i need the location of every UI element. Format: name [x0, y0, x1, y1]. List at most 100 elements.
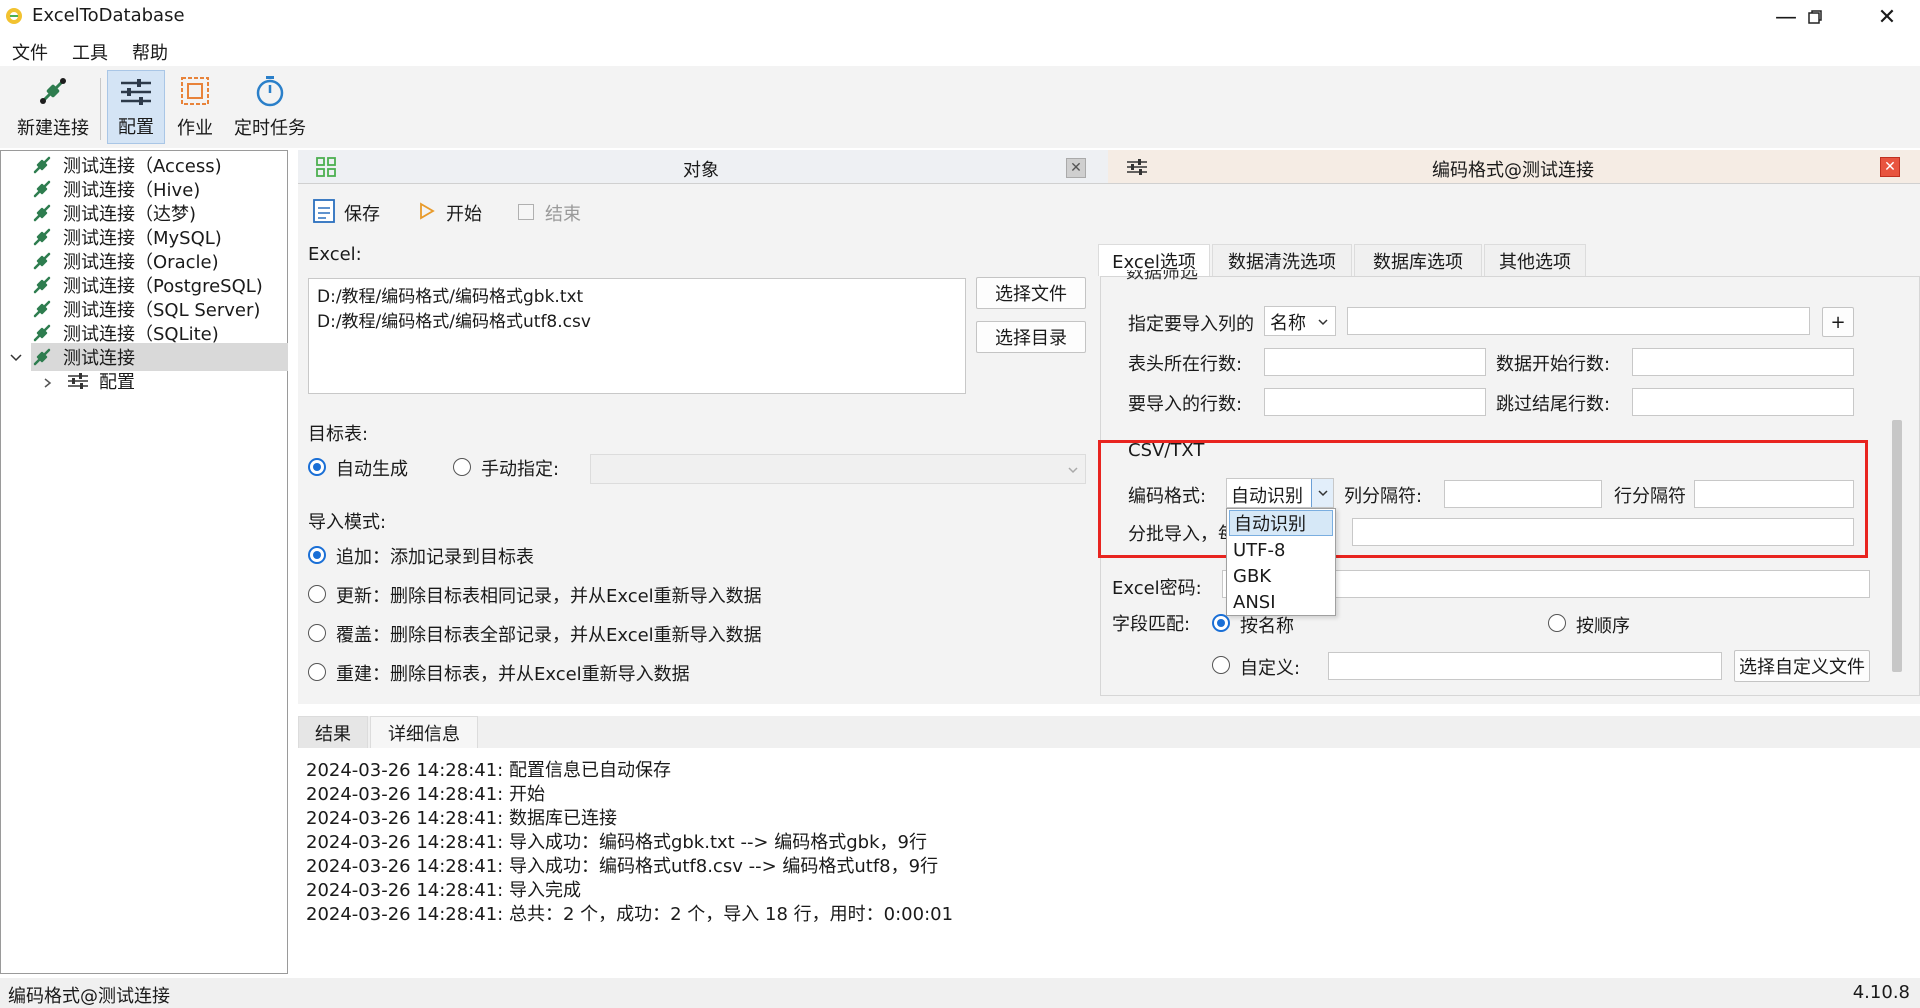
encoding-dropdown-list: 自动识别 UTF-8 GBK ANSI — [1226, 508, 1336, 616]
mode-rebuild-radio[interactable] — [308, 663, 326, 681]
log-line: 2024-03-26 14:28:41: 配置信息已自动保存 — [306, 760, 671, 781]
mode-overwrite-radio[interactable] — [308, 624, 326, 642]
log-line: 2024-03-26 14:28:41: 数据库已连接 — [306, 808, 617, 829]
select-directory-button[interactable]: 选择目录 — [976, 321, 1086, 353]
tab-details[interactable]: 详细信息 — [370, 716, 478, 748]
target-table-select[interactable] — [590, 454, 1086, 484]
target-table-label: 目标表: — [308, 424, 369, 445]
data-filter-section-title: 数据筛选 — [1126, 270, 1198, 282]
scheduled-task-button[interactable]: 定时任务 — [230, 70, 310, 144]
encoding-option-auto[interactable]: 自动识别 — [1229, 510, 1333, 536]
new-connection-label: 新建连接 — [17, 118, 89, 139]
start-button[interactable]: 开始 — [446, 200, 482, 226]
plug-icon — [33, 348, 51, 366]
end-button[interactable]: 结束 — [545, 200, 581, 226]
rows-input[interactable] — [1264, 388, 1486, 416]
plug-icon — [33, 180, 51, 198]
header-row-input[interactable] — [1264, 348, 1486, 376]
scheduled-task-label: 定时任务 — [234, 118, 306, 139]
manual-radio[interactable] — [453, 458, 471, 476]
excel-files-textarea[interactable]: D:/教程/编码格式/编码格式gbk.txt D:/教程/编码格式/编码格式ut… — [308, 278, 966, 394]
chevron-right-icon[interactable] — [41, 377, 53, 389]
job-button[interactable]: 作业 — [170, 70, 220, 144]
job-label: 作业 — [177, 118, 213, 139]
toolbar: 新建连接 配置 作业 定时任务 — [0, 66, 1920, 148]
close-window-button[interactable]: ✕ — [1854, 0, 1920, 34]
tab-data-cleaning[interactable]: 数据清洗选项 — [1212, 244, 1352, 276]
maximize-button[interactable] — [1782, 0, 1848, 34]
status-text: 编码格式@测试连接 — [8, 986, 170, 1007]
manual-label: 手动指定: — [481, 459, 560, 480]
excel-password-label: Excel密码: — [1112, 578, 1202, 599]
skip-tail-input[interactable] — [1632, 388, 1854, 416]
sliders-icon — [68, 373, 88, 389]
config-panel-title: 编码格式@测试连接 — [1432, 160, 1594, 181]
match-custom-label: 自定义: — [1240, 658, 1301, 679]
skip-tail-label: 跳过结尾行数: — [1496, 394, 1611, 415]
job-icon — [181, 77, 209, 105]
mode-append-radio[interactable] — [308, 546, 326, 564]
mode-update-label: 更新：删除目标表相同记录，并从Excel重新导入数据 — [336, 586, 762, 607]
menu-bar: 文件 工具 帮助 — [0, 34, 1920, 66]
select-file-button[interactable]: 选择文件 — [976, 277, 1086, 309]
encoding-option-gbk[interactable]: GBK — [1229, 563, 1333, 589]
stopwatch-icon — [256, 76, 284, 107]
select-custom-file-button[interactable]: 选择自定义文件 — [1734, 650, 1870, 682]
import-col-select[interactable]: 名称 — [1264, 306, 1336, 336]
mode-update-radio[interactable] — [308, 585, 326, 603]
plug-icon — [33, 252, 51, 270]
import-mode-label: 导入模式: — [308, 512, 387, 533]
grid-icon — [316, 157, 336, 177]
import-col-label: 指定要导入列的 — [1128, 314, 1254, 335]
log-line: 2024-03-26 14:28:41: 导入完成 — [306, 880, 581, 901]
sliders-icon — [1127, 159, 1147, 175]
menu-file[interactable]: 文件 — [12, 39, 48, 65]
config-label: 配置 — [118, 117, 154, 138]
match-by-name-radio[interactable] — [1212, 614, 1230, 632]
menu-help[interactable]: 帮助 — [132, 39, 168, 65]
connection-tree: 测试连接（Access) 测试连接（Hive) 测试连接（达梦) 测试连接（My… — [0, 150, 288, 974]
match-by-order-radio[interactable] — [1548, 614, 1566, 632]
save-icon — [313, 199, 335, 223]
chevron-down-icon[interactable] — [9, 351, 23, 365]
restore-icon — [1808, 10, 1822, 24]
title-bar: ExcelToDatabase — ✕ — [0, 0, 1920, 34]
log-line: 2024-03-26 14:28:41: 开始 — [306, 784, 545, 805]
save-button[interactable]: 保存 — [344, 200, 380, 226]
encoding-option-utf8[interactable]: UTF-8 — [1229, 537, 1333, 563]
tab-other-options[interactable]: 其他选项 — [1484, 244, 1586, 276]
mode-rebuild-label: 重建：删除目标表，并从Excel重新导入数据 — [336, 664, 690, 685]
status-bar: 编码格式@测试连接 4.10.8 — [0, 978, 1920, 1008]
object-panel-close-button[interactable]: ✕ — [1066, 158, 1086, 178]
header-row-label: 表头所在行数: — [1128, 354, 1243, 375]
config-panel-header: 编码格式@测试连接 ✕ — [1108, 150, 1920, 184]
toolbar-divider — [100, 78, 101, 140]
add-column-button[interactable]: + — [1822, 307, 1854, 337]
plug-icon — [33, 300, 51, 318]
import-col-input[interactable] — [1347, 307, 1810, 335]
result-tabs-bar: 结果 详细信息 — [298, 716, 1920, 748]
object-panel-header: 对象 ✕ — [298, 150, 1108, 184]
new-connection-button[interactable]: 新建连接 — [8, 70, 98, 144]
plug-icon — [33, 228, 51, 246]
tab-result[interactable]: 结果 — [298, 716, 368, 748]
config-scrollbar[interactable] — [1892, 420, 1902, 672]
custom-file-input[interactable] — [1328, 652, 1722, 680]
match-custom-radio[interactable] — [1212, 656, 1230, 674]
data-start-input[interactable] — [1632, 348, 1854, 376]
highlight-box — [1098, 440, 1868, 558]
stop-icon — [518, 204, 534, 220]
log-line: 2024-03-26 14:28:41: 导入成功：编码格式gbk.txt --… — [306, 832, 927, 853]
config-panel-close-button[interactable]: ✕ — [1880, 157, 1900, 177]
tab-database-options[interactable]: 数据库选项 — [1354, 244, 1482, 276]
import-col-value: 名称 — [1270, 313, 1306, 334]
tree-item-config[interactable]: 配置 — [67, 367, 135, 395]
play-icon — [420, 202, 435, 220]
config-button[interactable]: 配置 — [107, 70, 165, 144]
sliders-icon — [121, 79, 151, 105]
auto-generate-radio[interactable] — [308, 458, 326, 476]
chevron-down-icon — [1318, 319, 1328, 326]
file-path: D:/教程/编码格式/编码格式utf8.csv — [317, 312, 591, 332]
menu-tools[interactable]: 工具 — [72, 39, 108, 65]
encoding-option-ansi[interactable]: ANSI — [1229, 589, 1333, 615]
